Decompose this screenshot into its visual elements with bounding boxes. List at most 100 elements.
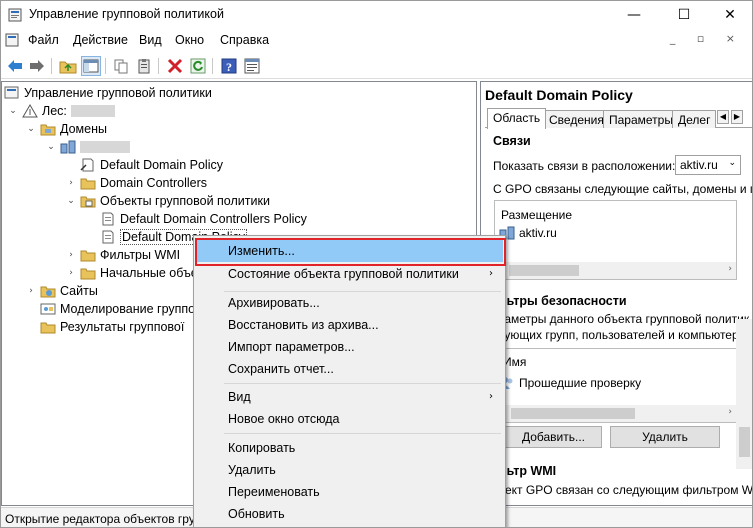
menu-item-refresh[interactable]: Обновить	[196, 503, 503, 525]
expand-icon[interactable]: ›	[26, 286, 36, 296]
menu-item-new-window[interactable]: Новое окно отсюда	[196, 408, 503, 430]
sites-folder-icon	[40, 284, 56, 298]
links-column-header[interactable]: Размещение	[501, 208, 572, 222]
forward-icon[interactable]	[27, 56, 47, 76]
menu-item-delete[interactable]: Удалить	[196, 459, 503, 481]
tree-root[interactable]: Управление групповой политики	[4, 84, 212, 102]
tree-domain[interactable]: ⌄	[46, 138, 130, 156]
menu-help[interactable]: Справка	[220, 33, 269, 47]
context-menu: Изменить... Состояние объекта групповой …	[193, 235, 506, 527]
scroll-right-icon[interactable]: ›	[728, 264, 732, 274]
links-list[interactable]: Размещение aktiv.ru ›	[494, 200, 737, 280]
highlight-outline	[195, 238, 506, 266]
tab-settings[interactable]: Параметры	[603, 110, 679, 128]
collapse-icon[interactable]: ⌄	[46, 142, 56, 152]
expand-icon[interactable]: ›	[66, 250, 76, 260]
tab-delegation[interactable]: Делег	[672, 110, 716, 128]
tree-results[interactable]: Результаты группової	[40, 318, 184, 336]
minimize-button[interactable]: —	[611, 1, 657, 29]
close-button[interactable]: ✕	[707, 1, 752, 29]
linked-description: С GPO связаны следующие сайты, домены и …	[493, 182, 753, 196]
tab-scroll-left-icon[interactable]: ◀	[717, 110, 729, 124]
scroll-thumb[interactable]	[739, 427, 750, 457]
scroll-thumb[interactable]	[511, 408, 635, 419]
redacted-domain-name	[80, 141, 130, 153]
tree-forest-label: Лес:	[42, 104, 67, 118]
menu-window[interactable]: Окно	[175, 33, 204, 47]
security-row-name: Прошедшие проверку	[519, 376, 642, 390]
location-dropdown[interactable]: aktiv.ru ⌄	[675, 155, 741, 175]
wmi-description: бъект GPO связан со следующим фильтром W	[491, 483, 753, 497]
paste-icon[interactable]	[134, 56, 154, 76]
menu-item-copy-label: Копировать	[228, 441, 296, 455]
details-vscrollbar[interactable]	[736, 319, 752, 469]
menu-item-restore[interactable]: Восстановить из архива...	[196, 314, 503, 336]
tree-domain-controllers-label: Domain Controllers	[100, 176, 207, 190]
menu-file[interactable]: Файл	[28, 33, 59, 47]
menu-item-save-report[interactable]: Сохранить отчет...	[196, 358, 503, 380]
domains-folder-icon	[40, 122, 56, 136]
security-column-header[interactable]: Имя	[503, 355, 526, 369]
security-list[interactable]: Имя Прошедшие проверку ›	[494, 348, 737, 423]
toolbar-separator	[51, 58, 52, 74]
tree-modeling[interactable]: Моделирование группо	[40, 300, 195, 318]
security-description-1: араметры данного объекта групповой полит…	[491, 312, 750, 326]
scroll-right-icon[interactable]: ›	[728, 407, 732, 417]
gpmc-app-icon	[8, 8, 22, 22]
back-icon[interactable]	[5, 56, 25, 76]
tree-domains[interactable]: ⌄ Домены	[26, 120, 107, 138]
system-menu-icon[interactable]	[5, 33, 19, 47]
gpo-title: Default Domain Policy	[485, 87, 633, 103]
add-button[interactable]: Добавить...	[505, 426, 602, 448]
menu-item-rename[interactable]: Переименовать	[196, 481, 503, 503]
menu-item-gpo-status[interactable]: Состояние объекта групповой политики ›	[196, 263, 503, 285]
links-row[interactable]: aktiv.ru	[499, 226, 557, 240]
refresh-icon[interactable]	[188, 56, 208, 76]
collapse-icon[interactable]: ⌄	[8, 106, 18, 116]
mdi-child-controls[interactable]: _ ▫ ×	[670, 32, 744, 45]
tree-gpo-dc-policy-label: Default Domain Controllers Policy	[120, 212, 307, 226]
scroll-thumb[interactable]	[509, 265, 579, 276]
security-hscrollbar[interactable]: ›	[495, 405, 736, 422]
tab-scroll-right-icon[interactable]: ▶	[731, 110, 743, 124]
tree-forest[interactable]: ⌄ Лес:	[8, 102, 115, 120]
delete-icon[interactable]	[165, 56, 185, 76]
tab-details[interactable]: Сведения	[543, 110, 610, 128]
menu-item-import[interactable]: Импорт параметров...	[196, 336, 503, 358]
expand-icon[interactable]: ›	[66, 268, 76, 278]
tab-scope[interactable]: Область	[487, 108, 547, 129]
toolbar-separator	[158, 58, 159, 74]
copy-icon[interactable]	[111, 56, 131, 76]
tree-starter-gpos[interactable]: › Начальные объе	[66, 264, 198, 282]
tree-wmi-filters[interactable]: › Фильтры WMI	[66, 246, 180, 264]
tree-sites[interactable]: › Сайты	[26, 282, 98, 300]
menu-item-view[interactable]: Вид ›	[196, 386, 503, 408]
menu-item-refresh-label: Обновить	[228, 507, 285, 521]
submenu-arrow-icon: ›	[489, 391, 493, 402]
menu-item-save-report-label: Сохранить отчет...	[228, 362, 334, 376]
tree-default-policy-link[interactable]: Default Domain Policy	[80, 156, 223, 174]
tree-gpo-container-label: Объекты групповой политики	[100, 194, 270, 208]
maximize-button[interactable]: ☐	[661, 1, 707, 29]
location-value: aktiv.ru	[680, 158, 718, 172]
menu-view[interactable]: Вид	[139, 33, 162, 47]
collapse-icon[interactable]: ⌄	[66, 196, 76, 206]
tree-wmi-filters-label: Фильтры WMI	[100, 248, 181, 262]
show-tree-icon[interactable]	[81, 56, 101, 76]
menu-item-gpo-status-label: Состояние объекта групповой политики	[228, 267, 459, 281]
links-hscrollbar[interactable]: ›	[495, 262, 736, 279]
menu-item-copy[interactable]: Копировать	[196, 437, 503, 459]
properties-icon[interactable]	[242, 56, 262, 76]
collapse-icon[interactable]: ⌄	[26, 124, 36, 134]
tree-gpo-dc-policy[interactable]: Default Domain Controllers Policy	[100, 210, 307, 228]
expand-icon[interactable]: ›	[66, 178, 76, 188]
up-folder-icon[interactable]	[58, 56, 78, 76]
security-row[interactable]: Прошедшие проверку	[499, 376, 641, 390]
gpmc-window: Управление групповой политикой — ☐ ✕ Фай…	[0, 0, 753, 528]
help-icon[interactable]: ?	[219, 56, 239, 76]
menu-item-backup[interactable]: Архивировать...	[196, 292, 503, 314]
tree-gpo-container[interactable]: ⌄ Объекты групповой политики	[66, 192, 270, 210]
tree-domain-controllers[interactable]: › Domain Controllers	[66, 174, 207, 192]
remove-button[interactable]: Удалить	[610, 426, 720, 448]
menu-action[interactable]: Действие	[73, 33, 128, 47]
